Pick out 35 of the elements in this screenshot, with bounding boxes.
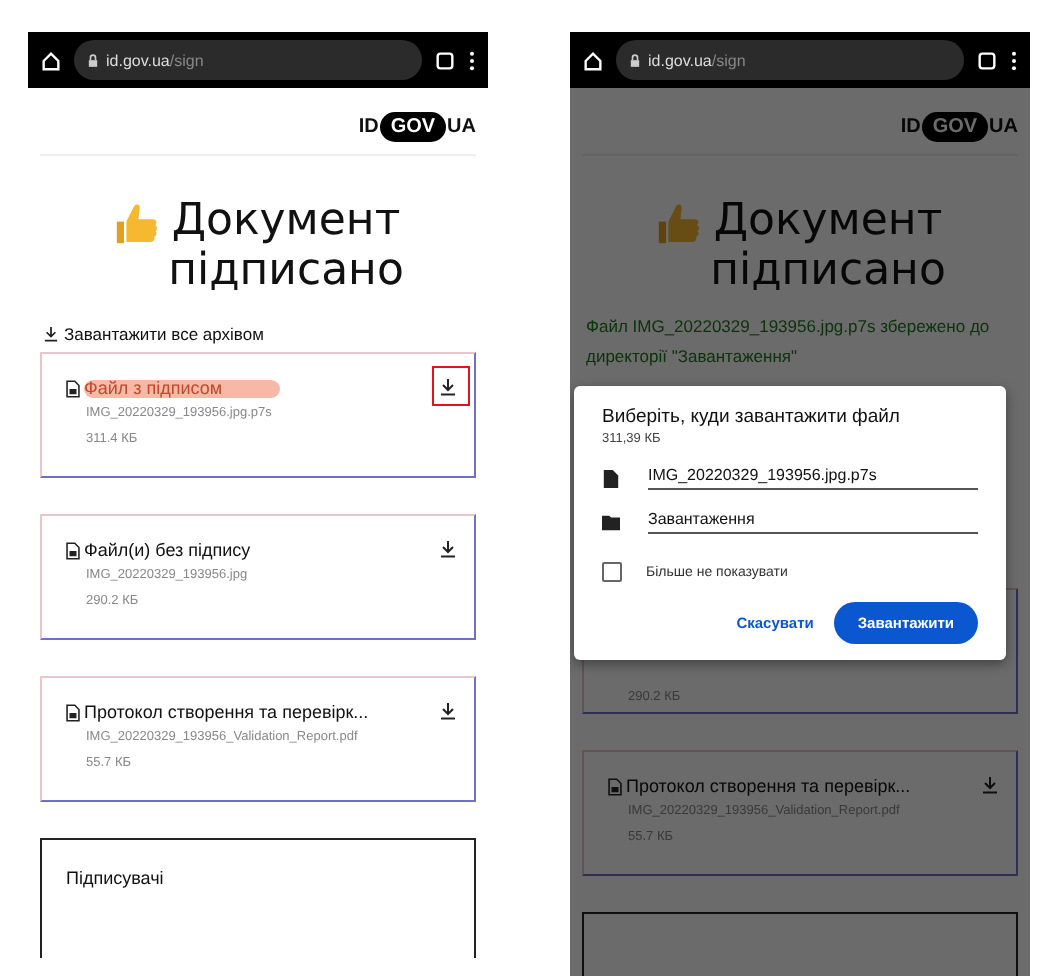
menu-icon[interactable] xyxy=(1010,49,1018,71)
download-icon[interactable] xyxy=(440,378,458,398)
page-title: Документ підписано xyxy=(168,196,404,296)
lock-icon xyxy=(88,53,98,67)
download-icon xyxy=(44,326,58,342)
lock-icon xyxy=(630,53,640,67)
download-archive-link[interactable]: Завантажити все архівом xyxy=(44,324,264,344)
document-icon xyxy=(66,541,80,559)
signers-heading: Підписувачі xyxy=(66,868,166,888)
file-icon xyxy=(602,469,620,487)
thumbs-up-icon xyxy=(112,200,161,248)
checkbox[interactable] xyxy=(602,562,622,582)
address-bar[interactable]: id.gov.ua/sign xyxy=(616,40,964,80)
document-icon xyxy=(66,379,80,397)
file-title: Файл(и) без підпису xyxy=(84,540,251,560)
document-icon xyxy=(66,703,80,721)
document-icon xyxy=(608,777,622,795)
file-title: Файл з підписом xyxy=(84,378,223,398)
home-icon[interactable] xyxy=(582,49,604,71)
download-icon[interactable] xyxy=(440,540,458,560)
thumbs-up-icon xyxy=(654,200,703,248)
folder-field[interactable]: Завантаження xyxy=(648,510,978,534)
tabs-icon[interactable] xyxy=(434,49,456,71)
home-icon[interactable] xyxy=(40,49,62,71)
download-icon[interactable] xyxy=(440,702,458,722)
address-bar[interactable]: id.gov.ua/sign xyxy=(74,40,422,80)
saved-notice: Файл IMG_20220329_193956.jpg.p7s збережено до директорії "Завантаження" xyxy=(584,314,992,370)
tabs-icon[interactable] xyxy=(976,49,998,71)
menu-icon[interactable] xyxy=(468,49,476,71)
dialog-title: Виберіть, куди завантажити файл xyxy=(602,406,902,428)
file-title: Протокол створення та перевірк... xyxy=(626,776,911,796)
page-title: Документ підписано xyxy=(710,196,946,296)
file-title: Протокол створення та перевірк... xyxy=(84,702,369,722)
file-name-field[interactable]: IMG_20220329_193956.jpg.p7s xyxy=(648,466,978,490)
folder-icon xyxy=(602,513,620,531)
